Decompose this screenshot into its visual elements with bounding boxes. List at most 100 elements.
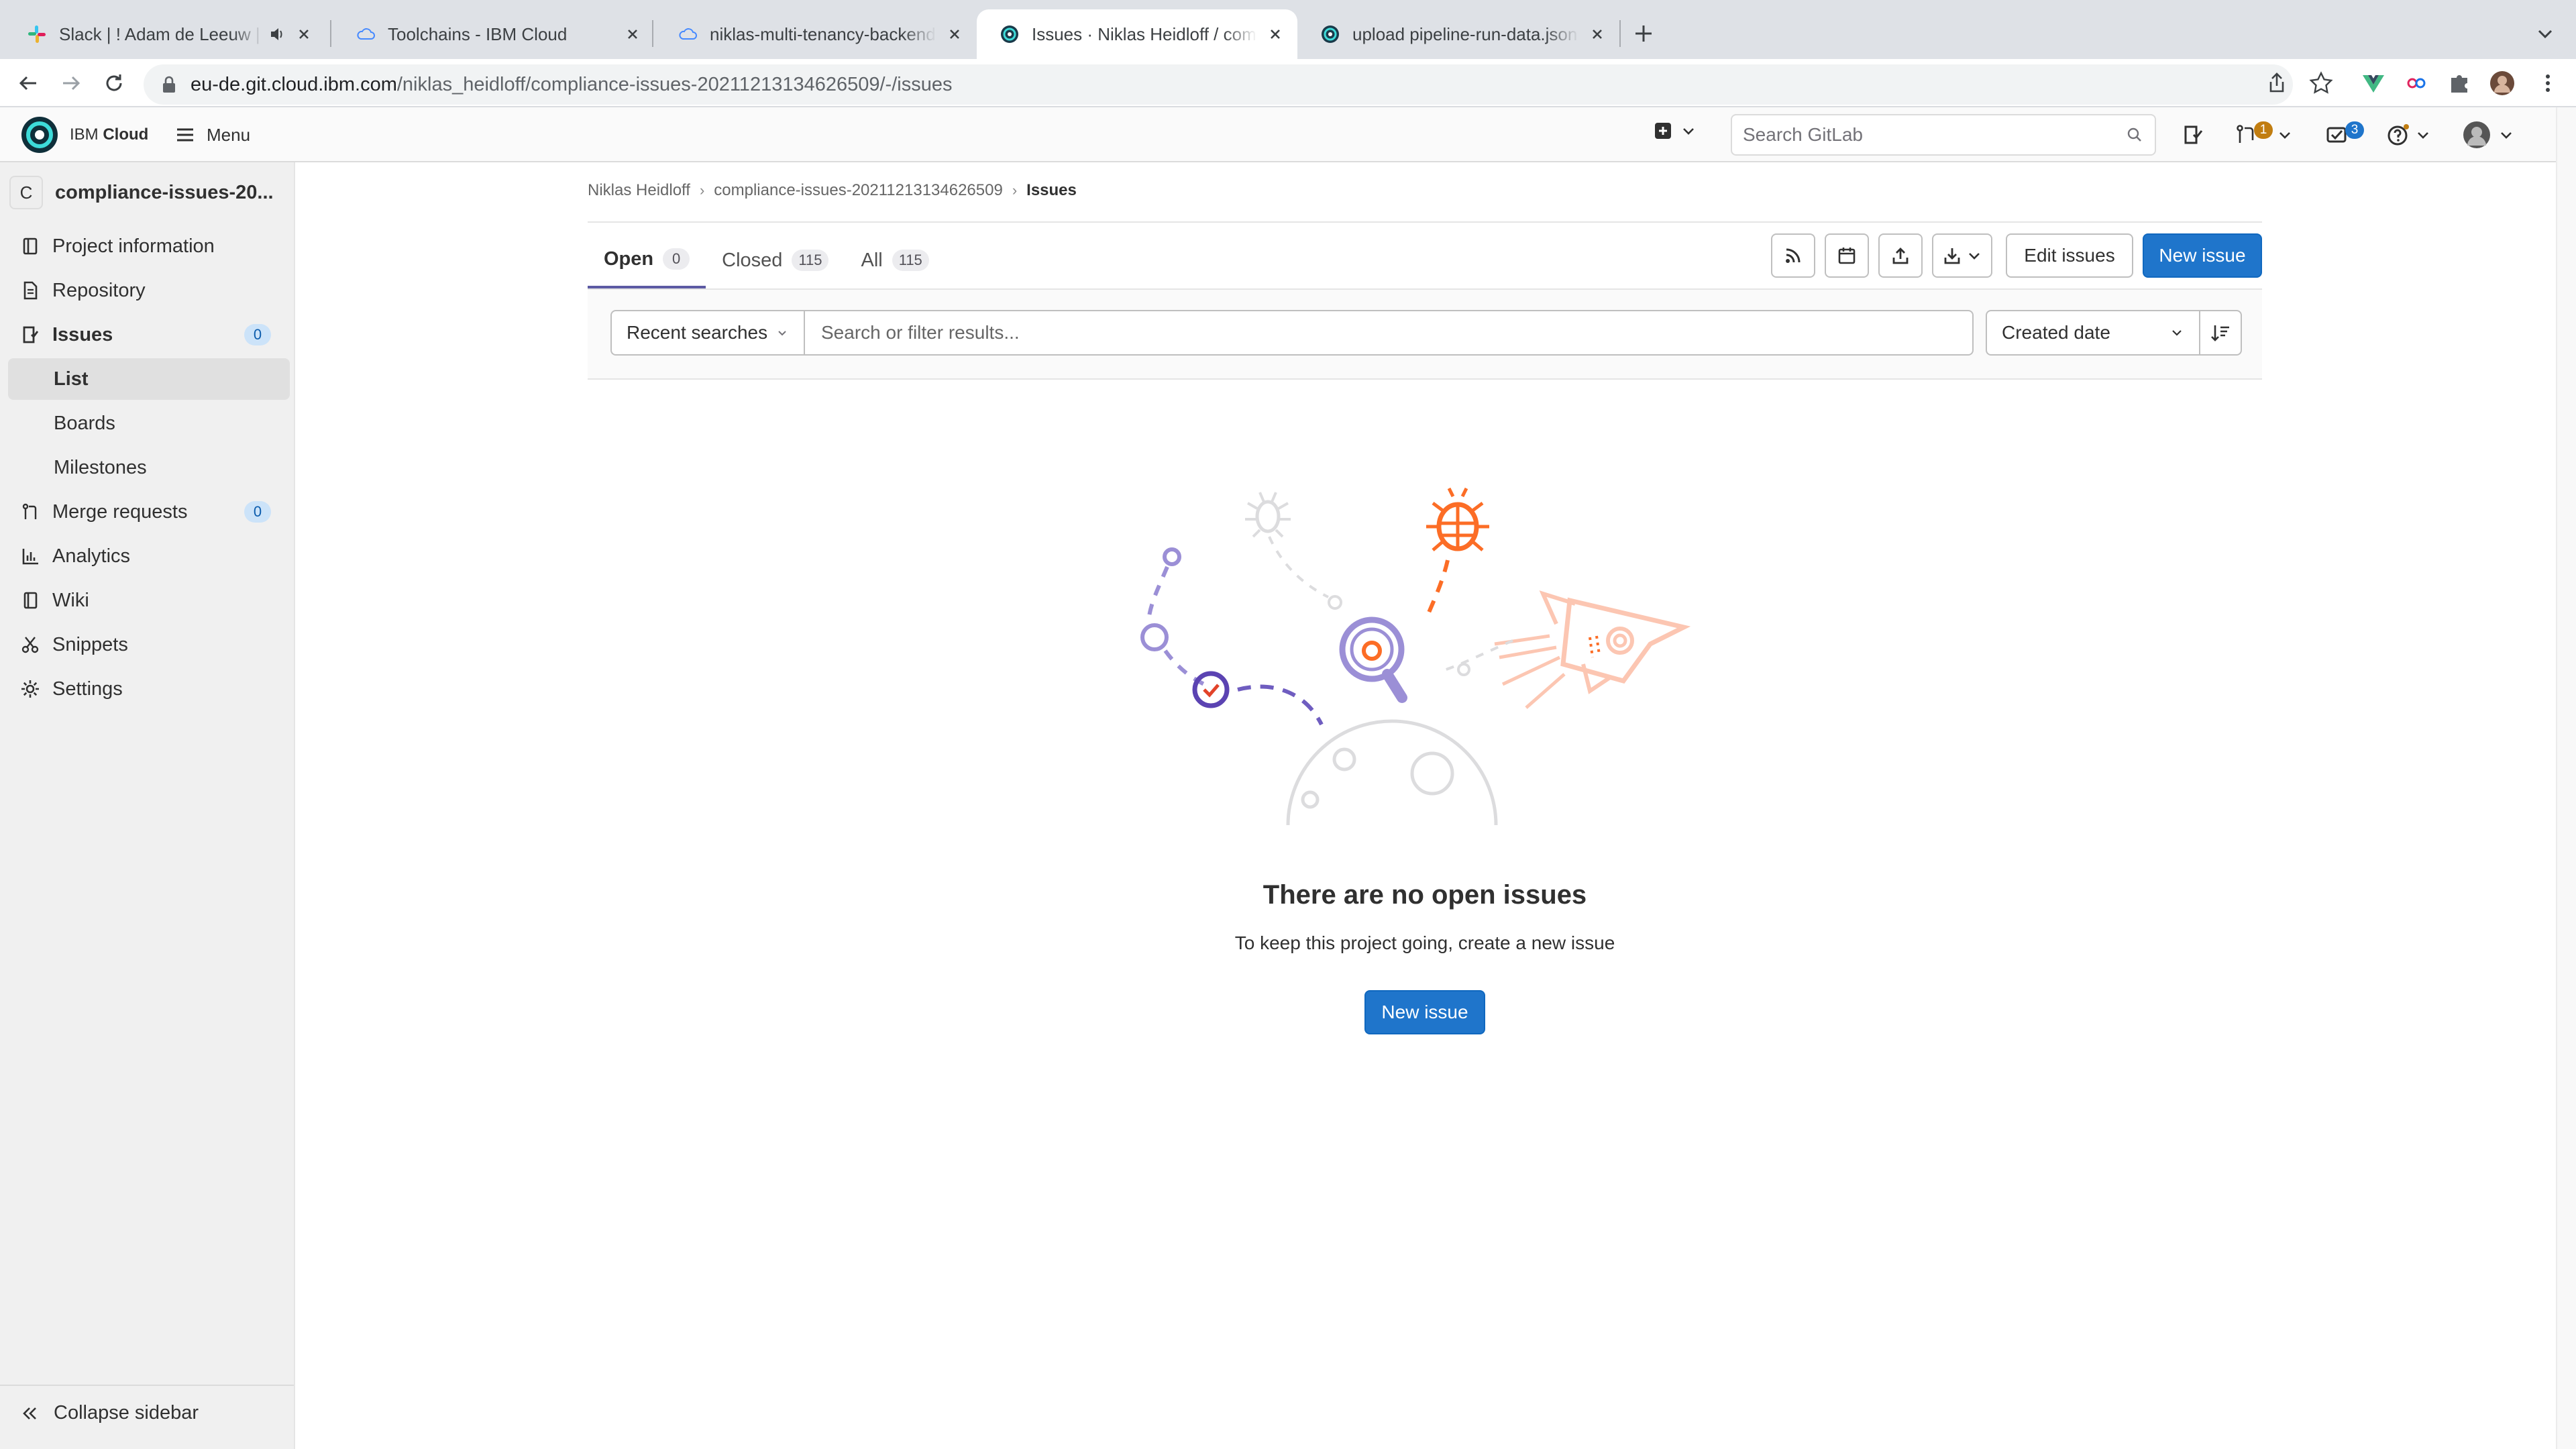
url-path: /niklas_heidloff/compliance-issues-20211… <box>396 73 953 95</box>
export-dropdown-button[interactable] <box>1932 233 1992 278</box>
recent-searches-dropdown[interactable]: Recent searches <box>610 310 805 356</box>
browser-toolbar: eu-de.git.cloud.ibm.com/niklas_heidloff/… <box>0 59 2576 107</box>
hamburger-icon <box>177 128 193 142</box>
project-name: compliance-issues-20... <box>55 181 274 203</box>
address-bar[interactable]: eu-de.git.cloud.ibm.com/niklas_heidloff/… <box>144 64 2293 105</box>
extension-link-icon[interactable] <box>2403 70 2430 97</box>
sidebar-item-label: Project information <box>52 235 215 257</box>
browser-tab-backend[interactable]: niklas-multi-tenancy-backend- <box>655 9 977 59</box>
browser-tab-issues[interactable]: Issues · Niklas Heidloff / compliance <box>977 9 1297 59</box>
close-tab-icon[interactable] <box>295 25 313 43</box>
sort-descending-icon <box>2211 325 2229 341</box>
tab-label: Open <box>604 248 654 270</box>
sidebar-item-issues[interactable]: Issues 0 <box>8 314 290 356</box>
help-menu[interactable] <box>2385 121 2431 149</box>
scrollbar[interactable] <box>2556 107 2576 1449</box>
chevron-down-icon[interactable] <box>2533 21 2557 46</box>
breadcrumb-item[interactable]: Niklas Heidloff <box>588 181 690 200</box>
tab-open[interactable]: Open 0 <box>588 232 706 288</box>
rss-icon <box>1786 248 1801 263</box>
sidebar-item-snippets[interactable]: Snippets <box>8 624 290 665</box>
tab-closed[interactable]: Closed 115 <box>706 232 845 288</box>
tab-all[interactable]: All 115 <box>845 232 945 288</box>
vue-extension-icon[interactable] <box>2360 70 2387 97</box>
close-tab-icon[interactable] <box>1589 25 1606 43</box>
new-issue-button[interactable]: New issue <box>2143 233 2262 278</box>
sidebar-item-label: Issues <box>52 323 113 345</box>
issues-icon <box>2184 125 2203 144</box>
sidebar-item-boards[interactable]: Boards <box>8 402 290 444</box>
url-host: eu-de.git.cloud.ibm.com <box>191 73 397 95</box>
tab-title: niklas-multi-tenancy-backend- <box>710 23 936 44</box>
brand[interactable]: IBM Cloud <box>20 115 148 154</box>
profile-avatar[interactable] <box>2489 70 2516 97</box>
book-icon <box>23 592 38 609</box>
breadcrumb-item[interactable]: compliance-issues-20211213134626509 <box>714 181 1003 200</box>
sidebar-item-repository[interactable]: Repository <box>8 270 290 311</box>
sidebar-item-label: Wiki <box>52 589 89 611</box>
new-tab-icon[interactable] <box>1629 19 1658 48</box>
close-tab-icon[interactable] <box>624 25 641 43</box>
calendar-button[interactable] <box>1825 233 1869 278</box>
sidebar-item-wiki[interactable]: Wiki <box>8 580 290 621</box>
collapse-sidebar-button[interactable]: Collapse sidebar <box>20 1402 199 1424</box>
filter-bar: Recent searches Created date <box>588 290 2262 380</box>
lock-icon[interactable] <box>161 75 177 94</box>
bookmark-star-icon[interactable] <box>2308 70 2334 97</box>
tab-title: Toolchains - IBM Cloud <box>388 23 568 44</box>
user-menu[interactable] <box>2462 121 2514 149</box>
filter-input[interactable] <box>821 322 1972 343</box>
double-chevron-left-icon <box>23 1407 36 1419</box>
sidebar-item-list[interactable]: List <box>8 358 290 400</box>
sidebar-item-analytics[interactable]: Analytics <box>8 535 290 577</box>
project-header[interactable]: C compliance-issues-20... <box>9 172 286 213</box>
ibm-cloud-logo-icon <box>21 117 58 153</box>
scissors-icon <box>21 637 39 653</box>
sidebar-item-project-information[interactable]: Project information <box>8 225 290 267</box>
sidebar-item-milestones[interactable]: Milestones <box>8 447 290 488</box>
create-new-button[interactable] <box>1653 121 1697 141</box>
speaker-icon[interactable] <box>268 25 286 43</box>
breadcrumb-separator-icon: › <box>699 182 705 199</box>
cloud-icon <box>357 28 375 40</box>
sort-direction-button[interactable] <box>2199 310 2242 356</box>
sidebar-item-settings[interactable]: Settings <box>8 668 290 710</box>
close-tab-icon[interactable] <box>1267 25 1284 43</box>
search-input[interactable] <box>1743 124 2125 146</box>
breadcrumb-item-current[interactable]: Issues <box>1026 181 1077 200</box>
close-tab-icon[interactable] <box>946 25 963 43</box>
issues-shortcut[interactable] <box>2180 121 2204 149</box>
import-button[interactable] <box>1878 233 1923 278</box>
search-gitlab[interactable] <box>1731 114 2156 156</box>
back-icon[interactable] <box>13 68 43 98</box>
tab-label: All <box>861 249 883 271</box>
menu-label: Menu <box>207 124 251 145</box>
tab-count-badge: 0 <box>663 248 690 270</box>
sidebar-item-merge-requests[interactable]: Merge requests 0 <box>8 491 290 533</box>
forward-icon[interactable] <box>56 68 86 98</box>
divider <box>0 1385 294 1386</box>
kebab-menu-icon[interactable] <box>2534 70 2561 97</box>
tab-title: upload pipeline-run-data.json · <box>1352 23 1579 44</box>
browser-tab-slack[interactable]: Slack | ! Adam de Leeuw | IBM <box>4 9 326 59</box>
browser-tab-toolchains[interactable]: Toolchains - IBM Cloud <box>333 9 655 59</box>
gitlab-header: IBM Cloud Menu 1 3 <box>0 107 2556 162</box>
todos-shortcut[interactable]: 3 <box>2325 121 2364 149</box>
edit-issues-button[interactable]: Edit issues <box>2006 233 2133 278</box>
help-icon <box>2387 124 2409 146</box>
reload-icon[interactable] <box>99 68 129 98</box>
merge-requests-count-badge: 0 <box>244 501 271 523</box>
empty-state-new-issue-button[interactable]: New issue <box>1364 990 1485 1034</box>
rss-button[interactable] <box>1771 233 1815 278</box>
puzzle-icon[interactable] <box>2446 70 2473 97</box>
issue-state-tabs: Open 0 Closed 115 All 115 <box>588 232 945 288</box>
merge-requests-shortcut[interactable]: 1 <box>2234 121 2293 149</box>
sidebar-item-label: Boards <box>54 412 115 434</box>
share-icon[interactable] <box>2263 70 2290 97</box>
sort-dropdown[interactable]: Created date <box>1986 310 2200 356</box>
chevron-down-icon <box>778 331 786 336</box>
menu-button[interactable]: Menu <box>174 119 250 150</box>
project-icon <box>23 237 38 255</box>
filter-search[interactable] <box>804 310 1974 356</box>
browser-tab-upload[interactable]: upload pipeline-run-data.json · <box>1297 9 1619 59</box>
